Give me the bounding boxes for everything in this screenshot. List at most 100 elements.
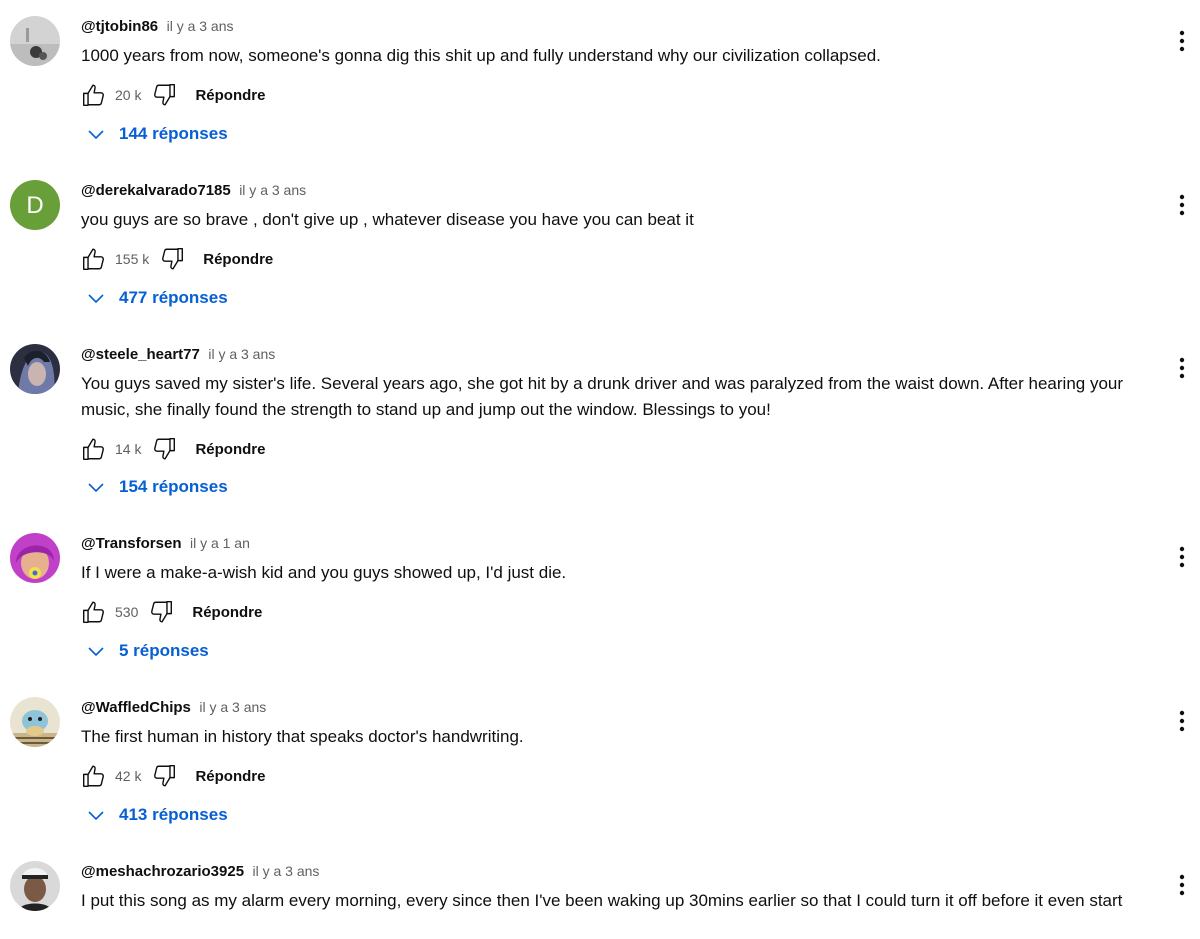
comment-actions: 42 k Répondre [81,762,1160,790]
comment-date[interactable]: il y a 3 ans [253,863,320,879]
more-vert-icon [1179,30,1185,52]
avatar-image [10,533,60,583]
chevron-down-icon [88,811,104,821]
comments-list: @tjtobin86 il y a 3 ans 1000 years from … [0,0,1200,939]
thumbs-up-icon [83,601,104,623]
like-button[interactable] [81,599,107,625]
comment-menu-button[interactable] [1172,191,1192,219]
comment-menu-button[interactable] [1172,354,1192,382]
like-button[interactable] [81,82,107,108]
avatar[interactable] [10,16,60,66]
view-replies-button[interactable]: 413 réponses [87,805,228,825]
replies-count-label: 144 réponses [119,124,228,143]
replies-count-label: 154 réponses [119,477,228,496]
comment-menu-button[interactable] [1172,543,1192,571]
comment-date[interactable]: il y a 3 ans [199,699,266,715]
thumbs-up-icon [83,84,104,106]
comment-date[interactable]: il y a 3 ans [208,346,275,362]
more-vert-icon [1179,874,1185,896]
comment-body: @meshachrozario3925 il y a 3 ans I put t… [81,861,1160,914]
like-button[interactable] [81,763,107,789]
avatar-image [10,697,60,747]
thumbs-down-icon [154,765,176,787]
avatar-image: D [10,180,60,230]
avatar-letter: D [26,192,43,219]
avatar[interactable] [10,697,60,747]
like-count: 530 [115,604,139,620]
reply-button[interactable]: Répondre [195,87,265,104]
avatar[interactable]: D [10,180,60,230]
avatar[interactable] [10,344,60,394]
view-replies-button[interactable]: 5 réponses [87,641,209,661]
avatar-image [10,344,60,394]
comment-author[interactable]: @meshachrozario3925 [81,863,244,880]
avatar[interactable] [10,533,60,583]
comment-body: @tjtobin86 il y a 3 ans 1000 years from … [81,16,1160,109]
comment-body: @derekalvarado7185 il y a 3 ans you guys… [81,180,1160,273]
chevron-down-icon [88,647,104,657]
comment-author[interactable]: @steele_heart77 [81,346,200,363]
avatar-image [10,861,60,911]
comment-actions: 530 Répondre [81,598,1160,626]
thumbs-up-icon [83,248,104,270]
comment-author[interactable]: @WaffledChips [81,699,191,716]
thumbs-down-icon [154,438,176,460]
like-count: 155 k [115,251,150,267]
thumbs-down-icon [154,84,176,106]
thumbs-up-icon [83,438,104,460]
chevron-down-icon [88,483,104,493]
replies-count-label: 413 réponses [119,805,228,824]
like-count: 20 k [115,87,142,103]
like-count: 42 k [115,768,142,784]
comment-text: If I were a make-a-wish kid and you guys… [81,563,567,582]
comment-text: I put this song as my alarm every mornin… [81,891,1123,910]
dislike-button[interactable] [159,246,185,272]
dislike-button[interactable] [151,436,177,462]
more-vert-icon [1179,194,1185,216]
comment-date[interactable]: il y a 3 ans [239,182,306,198]
chevron-down-icon [88,294,104,304]
thumbs-down-icon [162,248,184,270]
like-button[interactable] [81,436,107,462]
thumbs-up-icon [83,765,104,787]
comment-actions: 20 k Répondre [81,81,1160,109]
comment-body: @WaffledChips il y a 3 ans The first hum… [81,697,1160,790]
thumbs-down-icon [151,601,173,623]
reply-button[interactable]: Répondre [192,604,262,621]
reply-button[interactable]: Répondre [203,251,273,268]
like-count: 14 k [115,441,142,457]
comment-date[interactable]: il y a 3 ans [167,18,234,34]
more-vert-icon [1179,357,1185,379]
dislike-button[interactable] [151,82,177,108]
replies-count-label: 5 réponses [119,641,209,660]
reply-button[interactable]: Répondre [195,768,265,785]
chevron-down-icon [88,130,104,140]
avatar-image [10,16,60,66]
comment-menu-button[interactable] [1172,707,1192,735]
comment-author[interactable]: @derekalvarado7185 [81,182,231,199]
comment-text: You guys saved my sister's life. Several… [81,374,1124,419]
avatar[interactable] [10,861,60,911]
more-vert-icon [1179,710,1185,732]
comment-text: The first human in history that speaks d… [81,727,524,746]
comment-actions: 155 k Répondre [81,245,1160,273]
comment-actions: 14 k Répondre [81,435,1160,463]
comment-menu-button[interactable] [1172,27,1192,55]
dislike-button[interactable] [151,763,177,789]
comment-body: @Transforsen il y a 1 an If I were a mak… [81,533,1160,626]
dislike-button[interactable] [148,599,174,625]
comment-text: 1000 years from now, someone's gonna dig… [81,46,881,65]
reply-button[interactable]: Répondre [195,441,265,458]
comment-text: you guys are so brave , don't give up , … [81,210,694,229]
comment-author[interactable]: @Transforsen [81,535,182,552]
view-replies-button[interactable]: 154 réponses [87,477,228,497]
view-replies-button[interactable]: 144 réponses [87,124,228,144]
like-button[interactable] [81,246,107,272]
comment-body: @steele_heart77 il y a 3 ans You guys sa… [81,344,1160,463]
replies-count-label: 477 réponses [119,288,228,307]
more-vert-icon [1179,546,1185,568]
comment-author[interactable]: @tjtobin86 [81,18,158,35]
comment-date[interactable]: il y a 1 an [190,535,250,551]
view-replies-button[interactable]: 477 réponses [87,288,228,308]
comment-menu-button[interactable] [1172,871,1192,899]
